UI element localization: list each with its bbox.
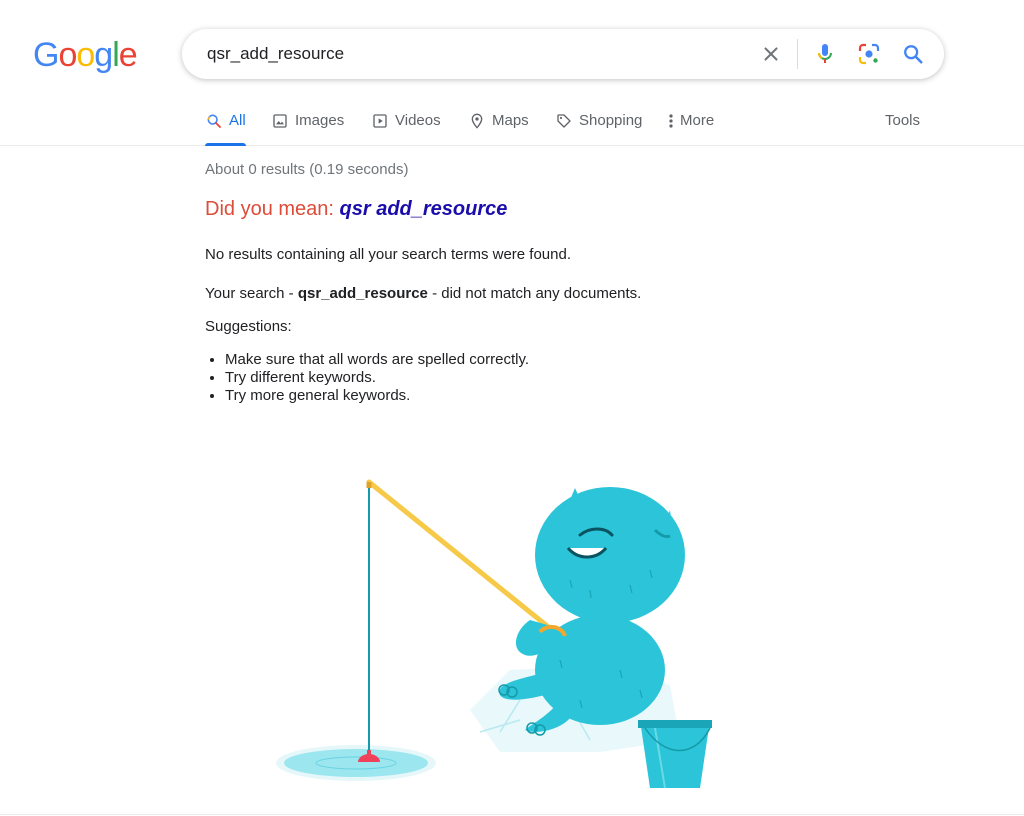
search-icon[interactable] [901, 42, 925, 66]
list-item: Make sure that all words are spelled cor… [225, 351, 529, 369]
tab-all[interactable]: All [205, 98, 246, 146]
logo-letter: g [94, 36, 113, 74]
did-you-mean-link[interactable]: qsr add_resource [340, 198, 508, 220]
logo-letter: o [58, 36, 77, 74]
tools-button[interactable]: Tools [885, 98, 920, 146]
tab-label: Videos [395, 112, 441, 129]
suggestions-list: Make sure that all words are spelled cor… [225, 351, 529, 405]
suggestions-title: Suggestions: [205, 318, 292, 335]
logo-letter: o [76, 36, 95, 74]
more-vert-icon [666, 112, 676, 130]
tools-label: Tools [885, 112, 921, 129]
your-search-prefix: Your search - [205, 285, 298, 302]
logo-letter: G [33, 36, 59, 74]
close-icon[interactable] [759, 42, 783, 66]
tab-videos[interactable]: Videos [371, 98, 441, 146]
footer-divider [0, 814, 1024, 815]
your-search-suffix: - did not match any documents. [427, 285, 642, 302]
search-divider [797, 39, 798, 69]
search-icon [205, 112, 223, 130]
your-search-term: qsr_add_resource [297, 285, 428, 302]
your-search-message: Your search - qsr_add_resource - did not… [205, 285, 641, 302]
tab-label: All [229, 112, 246, 129]
list-item: Try different keywords. [225, 369, 529, 387]
image-icon [271, 112, 289, 130]
search-tabs: All Images Videos Maps Shopping More Too… [0, 98, 1024, 146]
tab-label: More [680, 112, 715, 129]
did-you-mean: Did you mean: qsr add_resource [205, 198, 507, 221]
did-you-mean-prefix: Did you mean: [205, 198, 340, 220]
microphone-icon[interactable] [813, 42, 837, 66]
logo-letter: e [118, 36, 138, 74]
google-logo[interactable]: Google [33, 36, 138, 74]
tab-shopping[interactable]: Shopping [555, 98, 642, 146]
list-item: Try more general keywords. [225, 387, 529, 405]
play-icon [371, 112, 389, 130]
fishing-monster-illustration [276, 479, 712, 789]
search-input[interactable] [207, 30, 747, 78]
camera-lens-icon[interactable] [857, 42, 881, 66]
tab-label: Maps [492, 112, 529, 129]
tag-icon [555, 112, 573, 130]
tab-maps[interactable]: Maps [468, 98, 529, 146]
no-results-message: No results containing all your search te… [205, 246, 572, 263]
result-stats: About 0 results (0.19 seconds) [205, 161, 409, 178]
tab-label: Images [295, 112, 345, 129]
map-pin-icon [468, 112, 486, 130]
tab-images[interactable]: Images [271, 98, 344, 146]
tab-more[interactable]: More [666, 98, 714, 146]
search-box [182, 29, 944, 79]
tab-label: Shopping [579, 112, 643, 129]
